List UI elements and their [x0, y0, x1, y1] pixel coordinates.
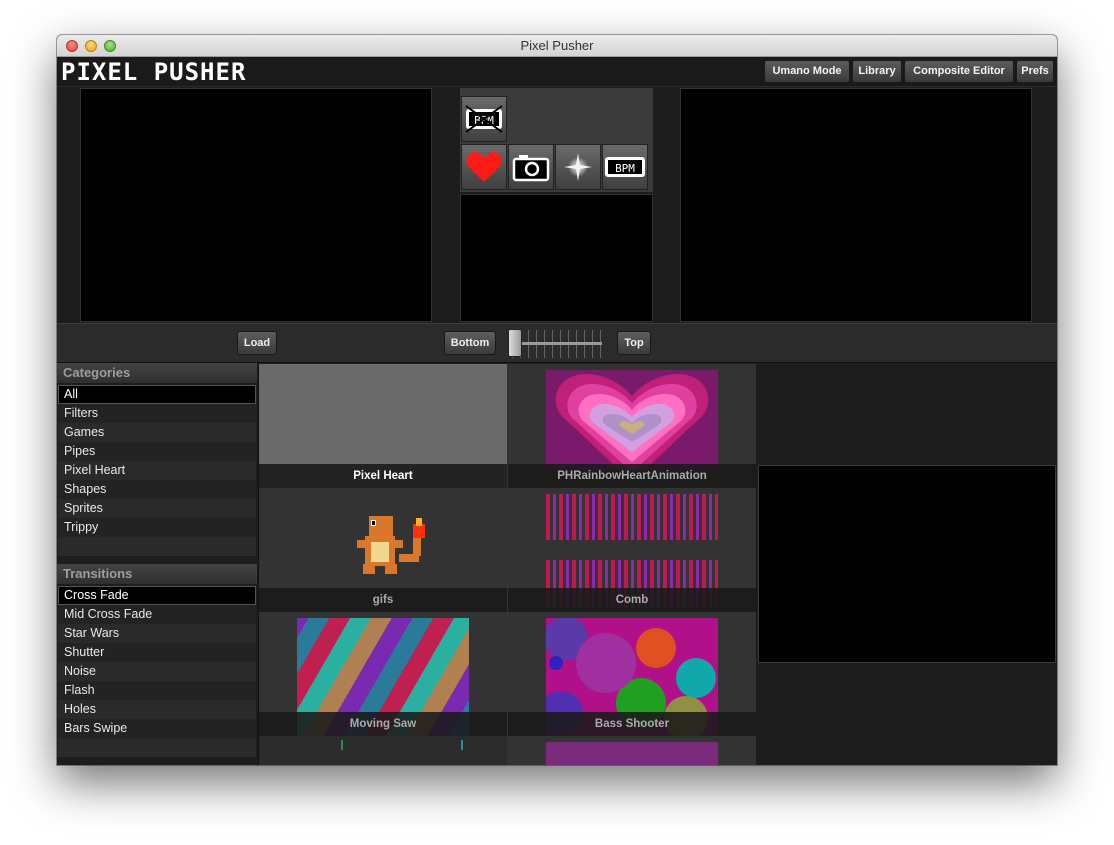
transition-empty-row [58, 738, 256, 757]
category-item[interactable]: Pipes [58, 442, 256, 461]
transitions-list: Cross Fade Mid Cross Fade Star Wars Shut… [58, 586, 256, 757]
library-tile[interactable]: Moving Saw [259, 612, 507, 736]
transition-item[interactable]: Cross Fade [58, 586, 256, 605]
load-button[interactable]: Load [237, 331, 277, 355]
categories-list: All Filters Games Pipes Pixel Heart Shap… [58, 385, 256, 556]
library-grid[interactable]: Pixel Heart PHRainbowHeartAnimation gifs… [258, 364, 756, 765]
transition-item[interactable]: Noise [58, 662, 256, 681]
crossfade-controls: Load Bottom Top [57, 323, 1057, 363]
tile-label: Pixel Heart [259, 464, 507, 488]
library-tile[interactable]: Pixel Heart [259, 364, 507, 488]
bottom-button[interactable]: Bottom [444, 331, 496, 355]
app-window: Pixel Pusher PIXEL PUSHER Umano Mode Lib… [57, 35, 1057, 765]
top-layer-preview [680, 88, 1032, 322]
transition-item[interactable]: Star Wars [58, 624, 256, 643]
transition-item[interactable]: Flash [58, 681, 256, 700]
category-item[interactable]: Sprites [58, 499, 256, 518]
snapshot-button[interactable] [508, 144, 554, 190]
category-item[interactable]: Shapes [58, 480, 256, 499]
transition-item[interactable]: Mid Cross Fade [58, 605, 256, 624]
window-title: Pixel Pusher [520, 38, 594, 53]
top-button[interactable]: Top [617, 331, 651, 355]
tile-label: gifs [259, 588, 507, 612]
selected-item-preview [758, 465, 1056, 663]
library-tile[interactable]: Comb [508, 488, 756, 612]
category-empty-row [58, 537, 256, 556]
svg-text:BPM: BPM [615, 162, 635, 175]
crossfade-slider[interactable] [506, 327, 602, 359]
app-logo: PIXEL PUSHER [61, 58, 247, 86]
library-tile[interactable]: Bass Shooter [508, 612, 756, 736]
sparkle-icon [564, 153, 592, 181]
camera-icon [512, 155, 550, 182]
tile-label: Comb [508, 588, 756, 612]
categories-header: Categories [57, 363, 257, 383]
tile-label: Bass Shooter [508, 712, 756, 736]
slider-thumb[interactable] [508, 329, 522, 357]
sparkle-effect-button[interactable] [555, 144, 601, 190]
library-tile-partial [259, 736, 507, 765]
library-tile[interactable]: gifs [259, 488, 507, 612]
bpm-icon: BPM [605, 157, 645, 177]
bottom-layer-preview [80, 88, 432, 322]
category-item[interactable]: Games [58, 423, 256, 442]
transition-item[interactable]: Shutter [58, 643, 256, 662]
bpm-off-icon: BPM [465, 105, 503, 133]
library-tile[interactable]: PHRainbowHeartAnimation [508, 364, 756, 488]
bpm-disabled-button[interactable]: BPM [461, 96, 507, 142]
library-tile-partial [508, 736, 756, 765]
transition-item[interactable]: Holes [58, 700, 256, 719]
tile-label: Moving Saw [259, 712, 507, 736]
transition-item[interactable]: Bars Swipe [58, 719, 256, 738]
heart-icon [466, 152, 502, 182]
rainbow-heart-thumbnail [546, 370, 718, 470]
bpm-button[interactable]: BPM [602, 144, 648, 190]
comb-thumbnail-top [546, 494, 718, 540]
title-bar[interactable]: Pixel Pusher [57, 35, 1057, 57]
category-item[interactable]: Trippy [58, 518, 256, 537]
category-item[interactable]: Pixel Heart [58, 461, 256, 480]
library-button[interactable]: Library [852, 60, 902, 83]
app-toolbar: PIXEL PUSHER Umano Mode Library Composit… [57, 57, 1057, 87]
mix-output-preview [460, 194, 653, 322]
prefs-button[interactable]: Prefs [1016, 60, 1054, 83]
effects-panel: BPM BPM [460, 88, 653, 192]
transitions-header: Transitions [57, 564, 257, 584]
composite-editor-button[interactable]: Composite Editor [904, 60, 1014, 83]
category-item[interactable]: Filters [58, 404, 256, 423]
umano-mode-button[interactable]: Umano Mode [764, 60, 850, 83]
heart-effect-button[interactable] [461, 144, 507, 190]
tile-label: PHRainbowHeartAnimation [508, 464, 756, 488]
category-item[interactable]: All [58, 385, 256, 404]
